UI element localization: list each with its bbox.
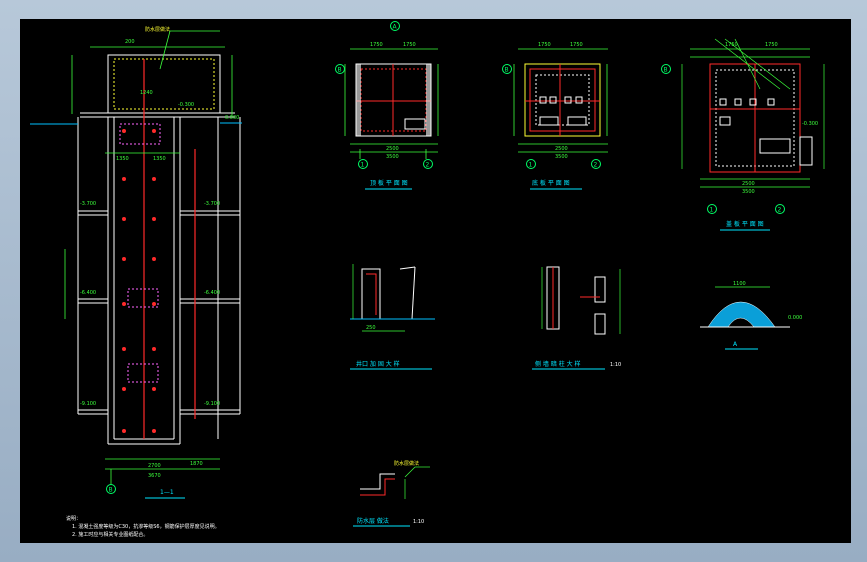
detail-3-title: A [733,341,738,348]
plan-cover-dim-total: 3500 [742,189,755,195]
main-rebar-dots [122,129,156,433]
detail-2: 侧 墙 暗 柱 大 样 1:10 [532,266,621,370]
main-inner-frames [119,123,161,383]
axis-b-label: B [109,487,113,494]
plan-top: 1750 1750 2500 3500 B 1 2 A 顶 板 平 面 图 [335,21,439,190]
plan-bottom-axis-b: B [505,67,509,74]
note-head: 说明： [66,515,81,522]
cad-viewport: 2700 3670 1350 1350 1240 1870 -3.700 -3.… [0,0,867,562]
detail-4-title: 防水层 做法 [357,517,389,525]
dim-main-inner: 2700 [148,463,161,469]
elev-ground: 0.000 [225,115,239,121]
drawing-canvas[interactable]: 2700 3670 1350 1350 1240 1870 -3.700 -3.… [20,19,851,543]
plan-bottom-dim-total: 3500 [555,154,568,160]
notes: 说明： 1. 混凝土强度等级为C30，抗渗等级S6，钢筋保护层厚度见说明。 2.… [66,515,220,538]
detail-2-scale: 1:10 [610,362,621,368]
main-axis-b: B [106,469,116,494]
detail-3-dim: 1100 [733,281,746,287]
plan-bottom-title: 底 板 平 面 图 [532,179,570,187]
plan-bottom-dim-right: 1750 [570,42,583,48]
plan-top-axis-2: 2 [426,162,430,169]
top-chamber-outline [107,54,221,114]
main-section [30,54,242,445]
detail-1-title: 井口 加 固 大 样 [356,360,400,368]
dim-main-200: 200 [125,39,135,45]
plan-top-dim-inner: 2500 [386,146,399,152]
plan-top-title: 顶 板 平 面 图 [370,179,408,187]
plan-bottom: 1750 1750 2500 3500 B 1 2 底 板 平 面 图 [502,42,608,190]
plan-cover-title: 盖 板 平 面 图 [726,220,764,228]
plan-bottom-axis-2: 2 [594,162,598,169]
note-2: 2. 施工时应与相关专业图纸配合。 [72,531,148,538]
main-rebar [143,59,196,439]
plan-cover: 1750 1750 2500 3500 -0.300 B 1 2 盖 板 平 面… [661,38,825,231]
plan-top-dim-left: 1750 [370,42,383,48]
elev-mid2-left: -6.400 [80,290,96,296]
plan-cover-elev: -0.300 [802,121,818,127]
detail-1-dim: 250 [366,325,376,331]
plan-top-axis-a: A [393,24,398,31]
dim-main-half-b: 1350 [153,156,166,162]
plan-top-axis-1: 1 [361,162,365,169]
plan-cover-dim-left: 1750 [725,42,738,48]
elev-top: -0.300 [178,102,194,108]
detail-4-note: 防水层做法 [394,460,419,467]
top-leader-text: 防水层做法 [145,26,170,33]
dim-main-bottom: 1870 [190,461,203,467]
detail-2-title: 侧 墙 暗 柱 大 样 [535,360,581,368]
plan-cover-axis-1: 1 [710,207,714,214]
plan-cover-dim-inner: 2500 [742,181,755,187]
plan-cover-dim-right: 1750 [765,42,778,48]
plan-bottom-axis-1: 1 [529,162,533,169]
plan-bottom-dim-inner: 2500 [555,146,568,152]
main-top-leader: 防水层做法 [145,26,220,70]
elev-mid2-right: -6.400 [204,290,220,296]
note-1: 1. 混凝土强度等级为C30，抗渗等级S6，钢筋保护层厚度见说明。 [72,523,220,530]
cad-drawing: 2700 3670 1350 1350 1240 1870 -3.700 -3.… [30,21,825,538]
elev-bot-right: -9.100 [204,401,220,407]
plan-cover-axis-b: B [664,67,668,74]
main-section-title: 1—1 [160,489,174,496]
dim-main-half-a: 1350 [116,156,129,162]
elev-mid1-left: -3.700 [80,201,96,207]
plan-bottom-dim-left: 1750 [538,42,551,48]
plan-top-axis-b: B [338,67,342,74]
detail-4-scale: 1:10 [413,519,424,525]
main-dim-text: 2700 3670 1350 1350 1240 1870 -3.700 -3.… [80,39,239,479]
plan-top-dim-right: 1750 [403,42,416,48]
plan-cover-axis-2: 2 [778,207,782,214]
elev-mid1-right: -3.700 [204,201,220,207]
detail-4: 防水层做法 防水层 做法 1:10 [353,460,430,527]
detail-3-elev: 0.000 [788,315,802,321]
detail-1: 250 井口 加 固 大 样 [350,264,435,370]
plan-top-dim-total: 3500 [386,154,399,160]
detail-3: 1100 0.000 A [700,281,802,350]
dim-main-top: 1240 [140,90,153,96]
elev-bot-left: -9.100 [80,401,96,407]
top-chamber-rebar [113,58,215,110]
dim-main-total: 3670 [148,473,161,479]
